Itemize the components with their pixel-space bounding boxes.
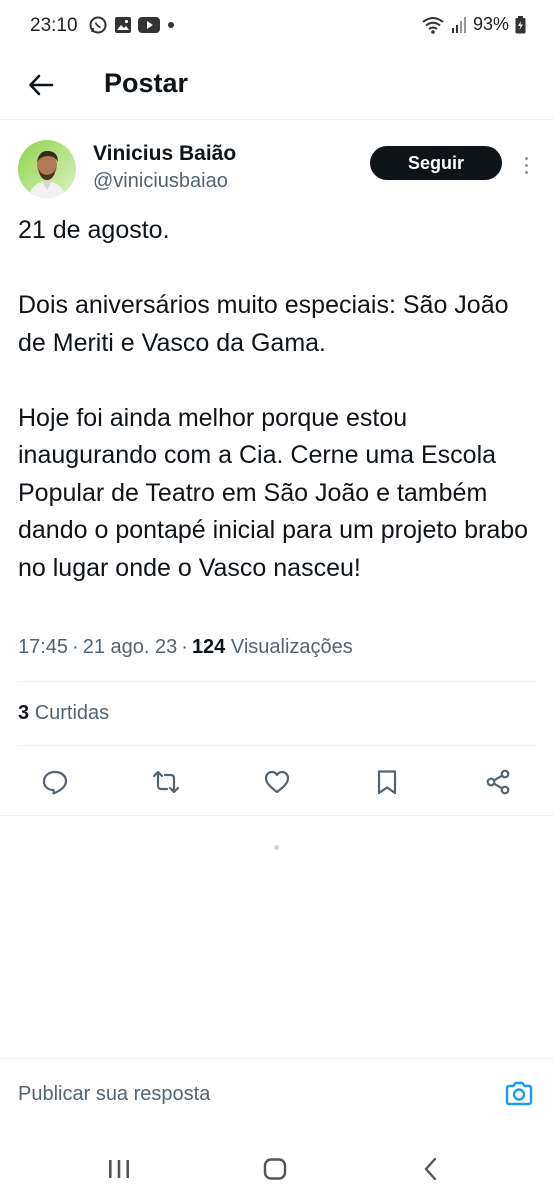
likes-row[interactable]: 3 Curtidas [18,702,109,725]
views-label[interactable]: Visualizações [231,636,353,659]
tweet-time[interactable]: 17:45 [18,636,68,659]
more-options-button[interactable] [516,148,536,182]
reply-icon [42,770,68,795]
tweet-date[interactable]: 21 ago. 23 [83,636,178,659]
more-dots-icon [524,156,528,160]
retweet-button[interactable] [144,760,188,804]
app-header: Postar [0,52,554,120]
follow-button[interactable]: Seguir [370,146,502,180]
youtube-icon [138,17,160,33]
status-time: 23:10 [30,15,78,36]
loading-indicator [274,845,279,850]
wifi-icon [422,16,444,34]
author-handle[interactable]: @viniciusbaiao [93,170,228,193]
actions-row [0,760,554,804]
retweet-icon [152,770,180,794]
recents-button[interactable] [102,1152,136,1186]
navigation-bar [0,1136,554,1200]
likes-count: 3 [18,702,30,724]
back-button[interactable] [22,66,60,104]
home-button[interactable] [258,1152,292,1186]
tweet-text: 21 de agosto. Dois aniversários muito es… [18,212,538,587]
divider [0,815,554,816]
camera-button[interactable] [504,1079,534,1109]
reply-button[interactable] [33,760,77,804]
notification-icons [88,15,176,35]
like-button[interactable] [255,760,299,804]
like-icon [264,770,290,794]
likes-label: Curtidas [34,702,110,724]
arrow-left-icon [29,74,54,96]
battery-percent: 93% [472,14,509,34]
bookmark-icon [377,770,397,795]
whatsapp-icon [89,16,107,34]
system-icons: 93% [421,14,526,35]
divider [18,745,536,746]
battery-icon [515,15,526,33]
avatar[interactable] [18,140,76,198]
recents-icon [109,1160,129,1178]
home-icon [263,1158,287,1180]
author-name[interactable]: Vinicius Baião [93,142,236,166]
page-title: Postar [104,68,189,98]
tweet-meta: 17:45 · 21 ago. 23 · 124 Visualizações [18,636,353,659]
back-icon [424,1157,437,1181]
back-nav-button[interactable] [414,1152,448,1186]
share-button[interactable] [476,760,520,804]
divider [18,681,536,682]
reply-input[interactable]: Publicar sua resposta [18,1083,210,1106]
tweet-paragraph: 21 de agosto. [18,216,170,244]
author-row: Vinicius Baião @viniciusbaiao Seguir [18,138,538,200]
tweet-paragraph: Dois aniversários muito especiais: São J… [18,291,509,357]
dot-icon [168,22,174,28]
reply-composer: Publicar sua resposta [0,1058,554,1124]
share-icon [486,769,510,795]
camera-icon [505,1081,533,1106]
signal-icon [451,16,466,33]
gallery-icon [115,17,131,33]
bookmark-button[interactable] [365,760,409,804]
tweet-paragraph: Hoje foi ainda melhor porque estou inaug… [18,403,529,582]
views-count[interactable]: 124 [192,636,225,659]
status-bar: 23:10 93% [0,0,554,52]
